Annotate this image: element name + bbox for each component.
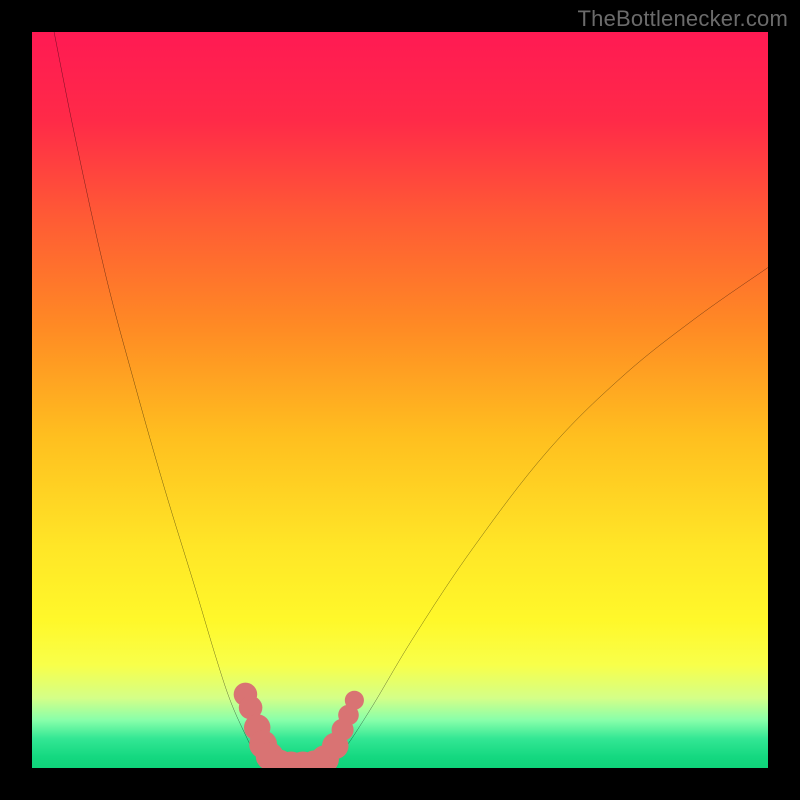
chart-frame: TheBottlenecker.com	[0, 0, 800, 800]
bottleneck-curve	[32, 32, 768, 768]
plot-area	[32, 32, 768, 768]
watermark-text: TheBottlenecker.com	[578, 6, 788, 32]
valley-marker	[345, 691, 364, 710]
